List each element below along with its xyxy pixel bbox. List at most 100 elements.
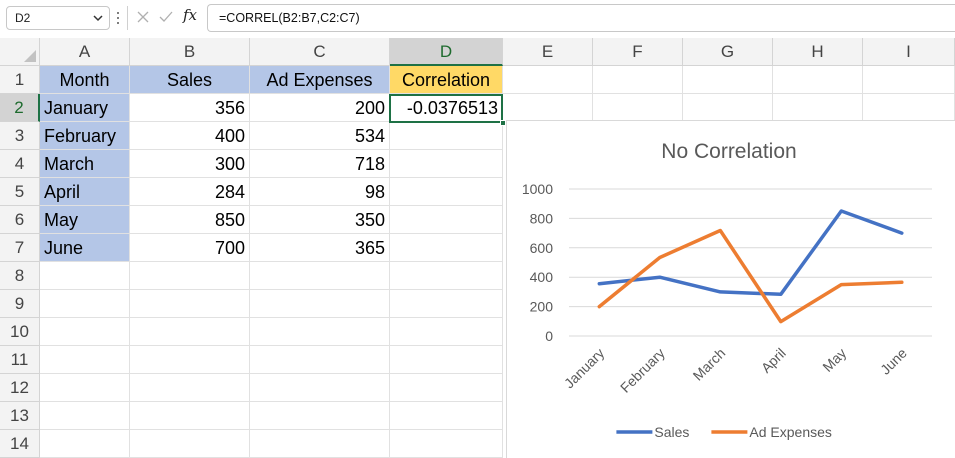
cell-a8[interactable] — [40, 262, 130, 290]
line-chart[interactable]: No Correlation 0 200 400 600 800 1000 January… — [506, 120, 955, 458]
cell-d3[interactable] — [390, 122, 503, 150]
enter-icon[interactable] — [158, 9, 174, 25]
cell-d12[interactable] — [390, 374, 503, 402]
cell-a9[interactable] — [40, 290, 130, 318]
cell-c7[interactable]: 365 — [250, 234, 390, 262]
cell-a2[interactable]: January — [40, 94, 130, 122]
column-header-f[interactable]: F — [593, 38, 683, 66]
cell-d9[interactable] — [390, 290, 503, 318]
cell-i1[interactable] — [863, 66, 955, 94]
cell-c2[interactable]: 200 — [250, 94, 390, 122]
cell-c6[interactable]: 350 — [250, 206, 390, 234]
cell-a3[interactable]: February — [40, 122, 130, 150]
row-header-14[interactable]: 14 — [0, 430, 40, 458]
cell-b4[interactable]: 300 — [130, 150, 250, 178]
row-header-10[interactable]: 10 — [0, 318, 40, 346]
formula-input[interactable]: =CORREL(B2:B7,C2:C7) — [207, 4, 955, 32]
series-line-sales[interactable] — [597, 209, 904, 297]
cell-c13[interactable] — [250, 402, 390, 430]
cell-c12[interactable] — [250, 374, 390, 402]
cell-f1[interactable] — [593, 66, 683, 94]
cell-c14[interactable] — [250, 430, 390, 458]
cell-d1[interactable]: Correlation — [390, 66, 503, 94]
cell-d2[interactable]: -0.0376513 — [390, 94, 503, 122]
row-header-11[interactable]: 11 — [0, 346, 40, 374]
cell-c5[interactable]: 98 — [250, 178, 390, 206]
row-header-8[interactable]: 8 — [0, 262, 40, 290]
column-header-b[interactable]: B — [130, 38, 250, 66]
cell-b8[interactable] — [130, 262, 250, 290]
column-header-i[interactable]: I — [863, 38, 955, 66]
row-header-5[interactable]: 5 — [0, 178, 40, 206]
cell-b6[interactable]: 850 — [130, 206, 250, 234]
cell-a7[interactable]: June — [40, 234, 130, 262]
column-header-c[interactable]: C — [250, 38, 390, 66]
cell-c3[interactable]: 534 — [250, 122, 390, 150]
row-header-12[interactable]: 12 — [0, 374, 40, 402]
fx-icon[interactable]: fx — [183, 6, 197, 24]
cell-a5[interactable]: April — [40, 178, 130, 206]
chevron-down-icon[interactable] — [91, 11, 105, 25]
series-line-ad-expenses[interactable] — [597, 228, 904, 324]
cell-f2[interactable] — [593, 94, 683, 122]
cell-d7[interactable] — [390, 234, 503, 262]
cell-c10[interactable] — [250, 318, 390, 346]
cell-a13[interactable] — [40, 402, 130, 430]
cell-d10[interactable] — [390, 318, 503, 346]
row-header-3[interactable]: 3 — [0, 122, 40, 150]
cell-i2[interactable] — [863, 94, 955, 122]
cell-c4[interactable]: 718 — [250, 150, 390, 178]
cell-a10[interactable] — [40, 318, 130, 346]
column-header-h[interactable]: H — [773, 38, 863, 66]
row-header-4[interactable]: 4 — [0, 150, 40, 178]
cell-e2[interactable] — [503, 94, 593, 122]
cell-b7[interactable]: 700 — [130, 234, 250, 262]
cell-d13[interactable] — [390, 402, 503, 430]
cell-b5[interactable]: 284 — [130, 178, 250, 206]
row-header-9[interactable]: 9 — [0, 290, 40, 318]
row-header-1[interactable]: 1 — [0, 66, 40, 94]
row-header-6[interactable]: 6 — [0, 206, 40, 234]
column-header-d[interactable]: D — [390, 38, 503, 66]
cell-b13[interactable] — [130, 402, 250, 430]
cell-g1[interactable] — [683, 66, 773, 94]
cell-c1[interactable]: Ad Expenses — [250, 66, 390, 94]
cell-e1[interactable] — [503, 66, 593, 94]
cancel-icon[interactable] — [135, 9, 151, 25]
cell-b1[interactable]: Sales — [130, 66, 250, 94]
cell-a4[interactable]: March — [40, 150, 130, 178]
cell-d11[interactable] — [390, 346, 503, 374]
name-box[interactable]: D2 — [6, 6, 110, 30]
cell-d4[interactable] — [390, 150, 503, 178]
column-header-g[interactable]: G — [683, 38, 773, 66]
cell-g2[interactable] — [683, 94, 773, 122]
cell-d6[interactable] — [390, 206, 503, 234]
row-header-7[interactable]: 7 — [0, 234, 40, 262]
cell-h1[interactable] — [773, 66, 863, 94]
cell-d14[interactable] — [390, 430, 503, 458]
cell-a1[interactable]: Month — [40, 66, 130, 94]
row-header-13[interactable]: 13 — [0, 402, 40, 430]
cell-d5[interactable] — [390, 178, 503, 206]
row-header-2[interactable]: 2 — [0, 94, 40, 122]
cell-b3[interactable]: 400 — [130, 122, 250, 150]
cell-c8[interactable] — [250, 262, 390, 290]
cell-c9[interactable] — [250, 290, 390, 318]
select-all-button[interactable] — [0, 38, 40, 66]
column-header-a[interactable]: A — [40, 38, 130, 66]
column-header-e[interactable]: E — [503, 38, 593, 66]
cell-b2[interactable]: 356 — [130, 94, 250, 122]
cell-a12[interactable] — [40, 374, 130, 402]
cell-b14[interactable] — [130, 430, 250, 458]
cell-a6[interactable]: May — [40, 206, 130, 234]
more-options-icon[interactable] — [115, 11, 121, 25]
cell-a11[interactable] — [40, 346, 130, 374]
cell-b12[interactable] — [130, 374, 250, 402]
cell-b11[interactable] — [130, 346, 250, 374]
cell-h2[interactable] — [773, 94, 863, 122]
cell-b9[interactable] — [130, 290, 250, 318]
cell-c11[interactable] — [250, 346, 390, 374]
cell-d8[interactable] — [390, 262, 503, 290]
cell-a14[interactable] — [40, 430, 130, 458]
cell-b10[interactable] — [130, 318, 250, 346]
